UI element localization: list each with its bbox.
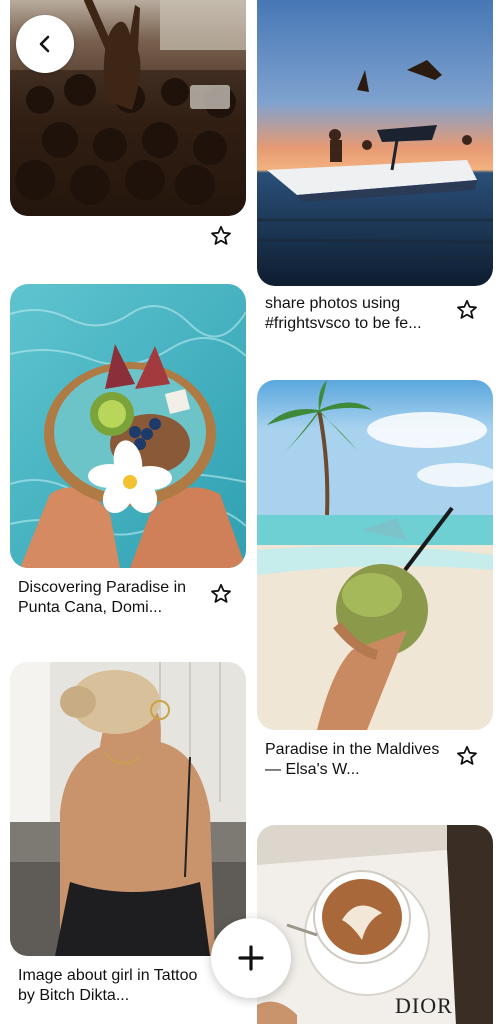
cup-brand-text: DIOR	[395, 993, 453, 1018]
pin-image-coffee[interactable]: DIOR	[257, 825, 493, 1024]
star-icon	[211, 225, 231, 245]
pin-image-boat[interactable]	[257, 0, 493, 286]
pin-caption-girl: Image about girl in Tattoo by Bitch Dikt…	[18, 967, 198, 1004]
star-icon	[457, 745, 477, 765]
pin-caption-smoothie: Discovering Paradise in Punta Cana, Domi…	[18, 579, 187, 616]
back-button[interactable]	[16, 15, 74, 73]
pin-caption-maldives: Paradise in the Maldives — Elsa's W...	[265, 741, 440, 778]
save-star-button[interactable]	[455, 744, 479, 768]
star-icon	[457, 299, 477, 319]
pin-image-smoothie[interactable]	[10, 284, 246, 568]
pin-image-girl[interactable]	[10, 662, 246, 956]
pin-caption-boat: share photos using #frightsvsco to be fe…	[265, 295, 422, 332]
save-star-button[interactable]	[455, 298, 479, 322]
add-pin-button[interactable]	[211, 918, 291, 998]
star-icon	[211, 583, 231, 603]
pin-image-maldives[interactable]	[257, 380, 493, 730]
plus-icon	[238, 945, 264, 971]
save-star-button[interactable]	[209, 224, 233, 248]
chevron-left-icon	[39, 35, 50, 53]
save-star-button[interactable]	[209, 582, 233, 606]
